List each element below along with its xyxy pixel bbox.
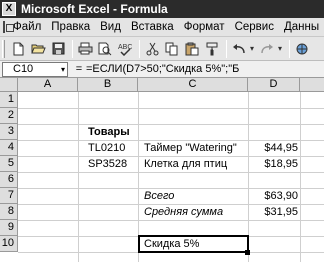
gridline [78,92,79,262]
toolbar-separator [226,39,227,58]
gridline [18,172,324,173]
menu-edit[interactable]: Правка [46,21,95,33]
cut-icon[interactable] [143,40,161,58]
standard-toolbar: ABC ▾ ▾ [0,37,324,61]
row-header-6[interactable]: 6 [0,172,18,188]
gridline [18,220,324,221]
column-header-c[interactable]: C [138,78,248,92]
row-header-8[interactable]: 8 [0,204,18,220]
menu-data[interactable]: Данны [279,21,324,33]
gridline [300,92,301,262]
cell-c8[interactable]: Средняя сумма [144,204,223,220]
new-document-icon[interactable] [9,40,27,58]
row-header-3[interactable]: 3 [0,124,18,140]
redo-icon[interactable] [258,40,276,58]
formula-input[interactable]: =ЕСЛИ(D7>50;"Скидка 5%";"Б [84,63,324,75]
toolbar-separator [72,39,73,58]
print-preview-icon[interactable] [96,40,114,58]
menu-format[interactable]: Формат [179,21,230,33]
formula-bar: C10 ▾ = =ЕСЛИ(D7>50;"Скидка 5%";"Б [0,61,324,78]
fill-handle[interactable] [245,250,250,255]
cell-d5[interactable]: $18,95 [248,156,298,172]
paste-icon[interactable] [183,40,201,58]
toolbar-separator [289,39,291,58]
menu-bar: Файл Правка Вид Вставка Формат Сервис Да… [0,18,324,37]
title-bar: X Microsoft Excel - Formula [0,0,324,18]
cell-d4[interactable]: $44,95 [248,140,298,156]
gridline [18,124,324,125]
toolbar-grip[interactable] [2,39,5,58]
toolbar-separator [139,39,140,58]
undo-dropdown-icon[interactable]: ▾ [250,44,254,53]
row-header-4[interactable]: 4 [0,140,18,156]
column-header-b[interactable]: B [78,78,138,92]
row-header-7[interactable]: 7 [0,188,18,204]
name-box-dropdown-icon[interactable]: ▾ [61,63,65,76]
cell-b5[interactable]: SP3528 [88,156,127,172]
excel-app-icon[interactable]: X [2,2,16,16]
cell-b3[interactable]: Товары [88,124,130,140]
hyperlink-icon[interactable] [293,40,311,58]
row-header-2[interactable]: 2 [0,108,18,124]
column-header-a[interactable]: A [18,78,78,92]
cell-c4[interactable]: Таймер "Watering" [144,140,237,156]
row-header-1[interactable]: 1 [0,92,18,108]
save-icon[interactable] [49,40,67,58]
gridline [18,108,324,109]
menu-tools[interactable]: Сервис [230,21,279,33]
cell-d7[interactable]: $63,90 [248,188,298,204]
cell-c5[interactable]: Клетка для птиц [144,156,227,172]
workbook-icon[interactable] [3,21,14,33]
cell-c7[interactable]: Всего [144,188,174,204]
name-box[interactable]: C10 ▾ [2,61,68,77]
cell-b4[interactable]: TL0210 [88,140,125,156]
formula-equals-icon[interactable]: = [74,63,84,75]
select-all-corner[interactable] [0,78,18,92]
worksheet-grid[interactable]: A B C D 1 2 3 4 5 6 7 8 9 10 Товары TL02… [0,78,324,262]
row-header-10[interactable]: 10 [0,236,18,252]
format-painter-icon[interactable] [203,40,221,58]
redo-dropdown-icon[interactable]: ▾ [278,44,282,53]
column-header-d[interactable]: D [248,78,300,92]
spelling-icon[interactable]: ABC [116,40,134,58]
undo-icon[interactable] [230,40,248,58]
copy-icon[interactable] [163,40,181,58]
column-header-e[interactable] [300,78,324,92]
menu-insert[interactable]: Вставка [126,21,179,33]
row-header-9[interactable]: 9 [0,220,18,236]
row-header-5[interactable]: 5 [0,156,18,172]
menu-view[interactable]: Вид [95,21,126,33]
cell-d8[interactable]: $31,95 [248,204,298,220]
window-title: Microsoft Excel - Formula [21,2,168,16]
name-box-value: C10 [13,62,34,75]
active-cell-outline[interactable] [138,235,249,253]
print-icon[interactable] [76,40,94,58]
open-folder-icon[interactable] [29,40,47,58]
